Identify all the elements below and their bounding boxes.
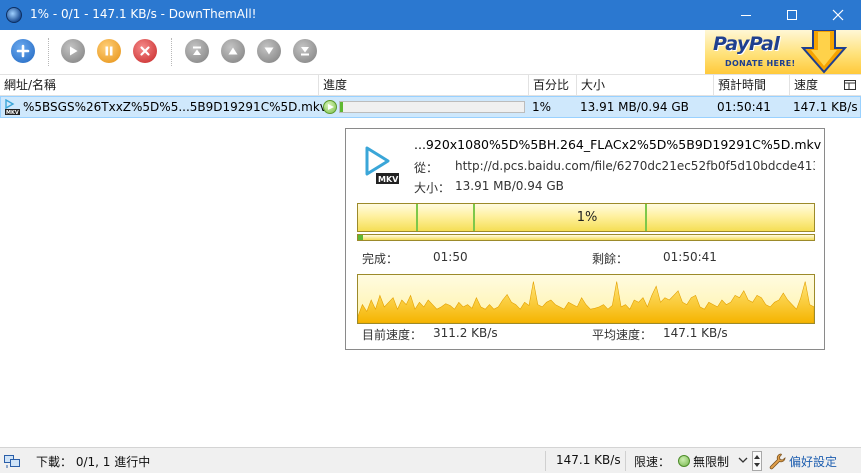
speed-limit-spinner[interactable] (752, 451, 762, 471)
status-separator (545, 451, 546, 471)
move-bottom-button[interactable] (293, 39, 317, 63)
download-percent: 1% (532, 100, 552, 114)
details-current-speed-label: 目前速度： (362, 328, 423, 342)
minimize-icon (741, 15, 751, 16)
row-progress-bar (323, 100, 525, 114)
chevron-down-icon (738, 457, 748, 463)
download-size: 13.91 MB/0.94 GB (580, 100, 689, 114)
details-avg-speed-label: 平均速度： (592, 328, 653, 342)
details-file-name: ...920x1080%5D%5BH.264_FLACx2%5D%5B9D192… (414, 137, 822, 152)
close-icon (140, 46, 150, 56)
details-chunk-bar: 1% (357, 203, 815, 232)
details-size-label: 大小： (414, 181, 451, 195)
move-bottom-icon (301, 47, 309, 56)
row-progress-track (339, 101, 525, 113)
column-header-percent[interactable]: 百分比 (529, 75, 577, 96)
wrench-icon (769, 453, 786, 470)
details-overall-bar (357, 234, 815, 241)
status-separator (625, 451, 626, 471)
status-speed: 147.1 KB/s (556, 453, 621, 467)
play-status-icon (323, 100, 337, 114)
move-up-button[interactable] (221, 39, 245, 63)
speed-graph-area (358, 281, 814, 323)
close-window-button[interactable] (815, 0, 861, 30)
details-progress-text: 1% (576, 210, 598, 225)
status-bar: 下載： 0/1, 1 進行中 147.1 KB/s 限速： 無限制 偏好設定 (0, 447, 861, 473)
preferences-label: 偏好設定 (789, 455, 838, 469)
mkv-file-icon: MKV (365, 146, 399, 184)
download-name: %5BSGS%26TxxZ%5D%5...5B9D19291C%5D.mkv (23, 100, 327, 114)
spinner-up-icon[interactable] (754, 455, 760, 459)
column-header-eta[interactable]: 預計時間 (714, 75, 790, 96)
speed-graph (357, 274, 815, 324)
move-down-icon (264, 47, 274, 55)
paypal-donate-button[interactable]: PayPal DONATE HERE! (705, 30, 861, 74)
cancel-button[interactable] (133, 39, 157, 63)
svg-text:MKV: MKV (378, 175, 399, 184)
toolbar-separator (171, 38, 172, 66)
close-icon (832, 9, 844, 21)
app-icon (6, 7, 22, 23)
column-header-name[interactable]: 網址/名稱 (0, 75, 319, 96)
details-done-label: 完成： (362, 252, 399, 266)
title-bar: 1% - 0/1 - 147.1 KB/s - DownThemAll! (0, 0, 861, 30)
column-picker-icon (844, 80, 856, 90)
details-from-value: http://d.pcs.baidu.com/file/6270dc21ec52… (455, 159, 815, 173)
column-header-progress[interactable]: 進度 (319, 75, 529, 96)
toolbar-separator (48, 38, 49, 66)
status-text: 下載： 0/1, 1 進行中 (36, 455, 151, 469)
details-overall-fill (358, 235, 363, 240)
details-remaining-label: 剩餘： (592, 252, 629, 266)
pause-icon (105, 46, 113, 56)
minimize-button[interactable] (723, 0, 769, 30)
move-up-icon (228, 47, 238, 55)
details-from-label: 從： (414, 161, 439, 175)
donate-label: DONATE HERE! (725, 59, 796, 68)
arrow-down-icon (801, 30, 847, 74)
details-remaining-value: 01:50:41 (663, 250, 717, 264)
details-current-speed-value: 311.2 KB/s (433, 326, 498, 340)
speed-limit-select[interactable]: 無限制 (676, 451, 750, 471)
check-icon (678, 455, 690, 467)
column-header-row: 網址/名稱 進度 百分比 大小 預計時間 速度 (0, 74, 861, 96)
preferences-button[interactable]: 偏好設定 (768, 452, 858, 470)
speed-graph-plot (358, 281, 814, 323)
speed-limit-label: 限速： (634, 455, 671, 469)
move-top-icon (193, 46, 201, 55)
resume-button[interactable] (61, 39, 85, 63)
details-size-value: 13.91 MB/0.94 GB (455, 179, 564, 193)
column-header-speed[interactable]: 速度 (790, 75, 842, 96)
move-top-button[interactable] (185, 39, 209, 63)
column-header-size[interactable]: 大小 (577, 75, 714, 96)
network-status-icon (4, 455, 20, 468)
toolbar: PayPal DONATE HERE! (0, 30, 861, 74)
add-download-button[interactable] (11, 39, 35, 63)
maximize-icon (787, 10, 797, 20)
details-progress-bar: 1% (357, 203, 815, 241)
download-eta: 01:50:41 (717, 100, 771, 114)
speed-limit-value: 無限制 (693, 455, 730, 469)
move-down-button[interactable] (257, 39, 281, 63)
details-done-value: 01:50 (433, 250, 468, 264)
svg-text:MKV: MKV (6, 110, 19, 115)
play-icon (70, 46, 78, 56)
pause-button[interactable] (97, 39, 121, 63)
download-details-tooltip: MKV ...920x1080%5D%5BH.264_FLACx2%5D%5B9… (345, 128, 825, 350)
window-title: 1% - 0/1 - 147.1 KB/s - DownThemAll! (30, 7, 257, 21)
details-avg-speed-value: 147.1 KB/s (663, 326, 728, 340)
column-picker-button[interactable] (844, 79, 856, 94)
row-progress-fill (340, 102, 343, 112)
mkv-file-icon: MKV (5, 99, 20, 115)
maximize-button[interactable] (769, 0, 815, 30)
plus-icon (16, 44, 30, 58)
table-row[interactable]: MKV %5BSGS%26TxxZ%5D%5...5B9D19291C%5D.m… (0, 96, 861, 118)
paypal-logo: PayPal (713, 33, 780, 55)
download-speed: 147.1 KB/s (793, 100, 858, 114)
spinner-down-icon[interactable] (754, 463, 760, 467)
